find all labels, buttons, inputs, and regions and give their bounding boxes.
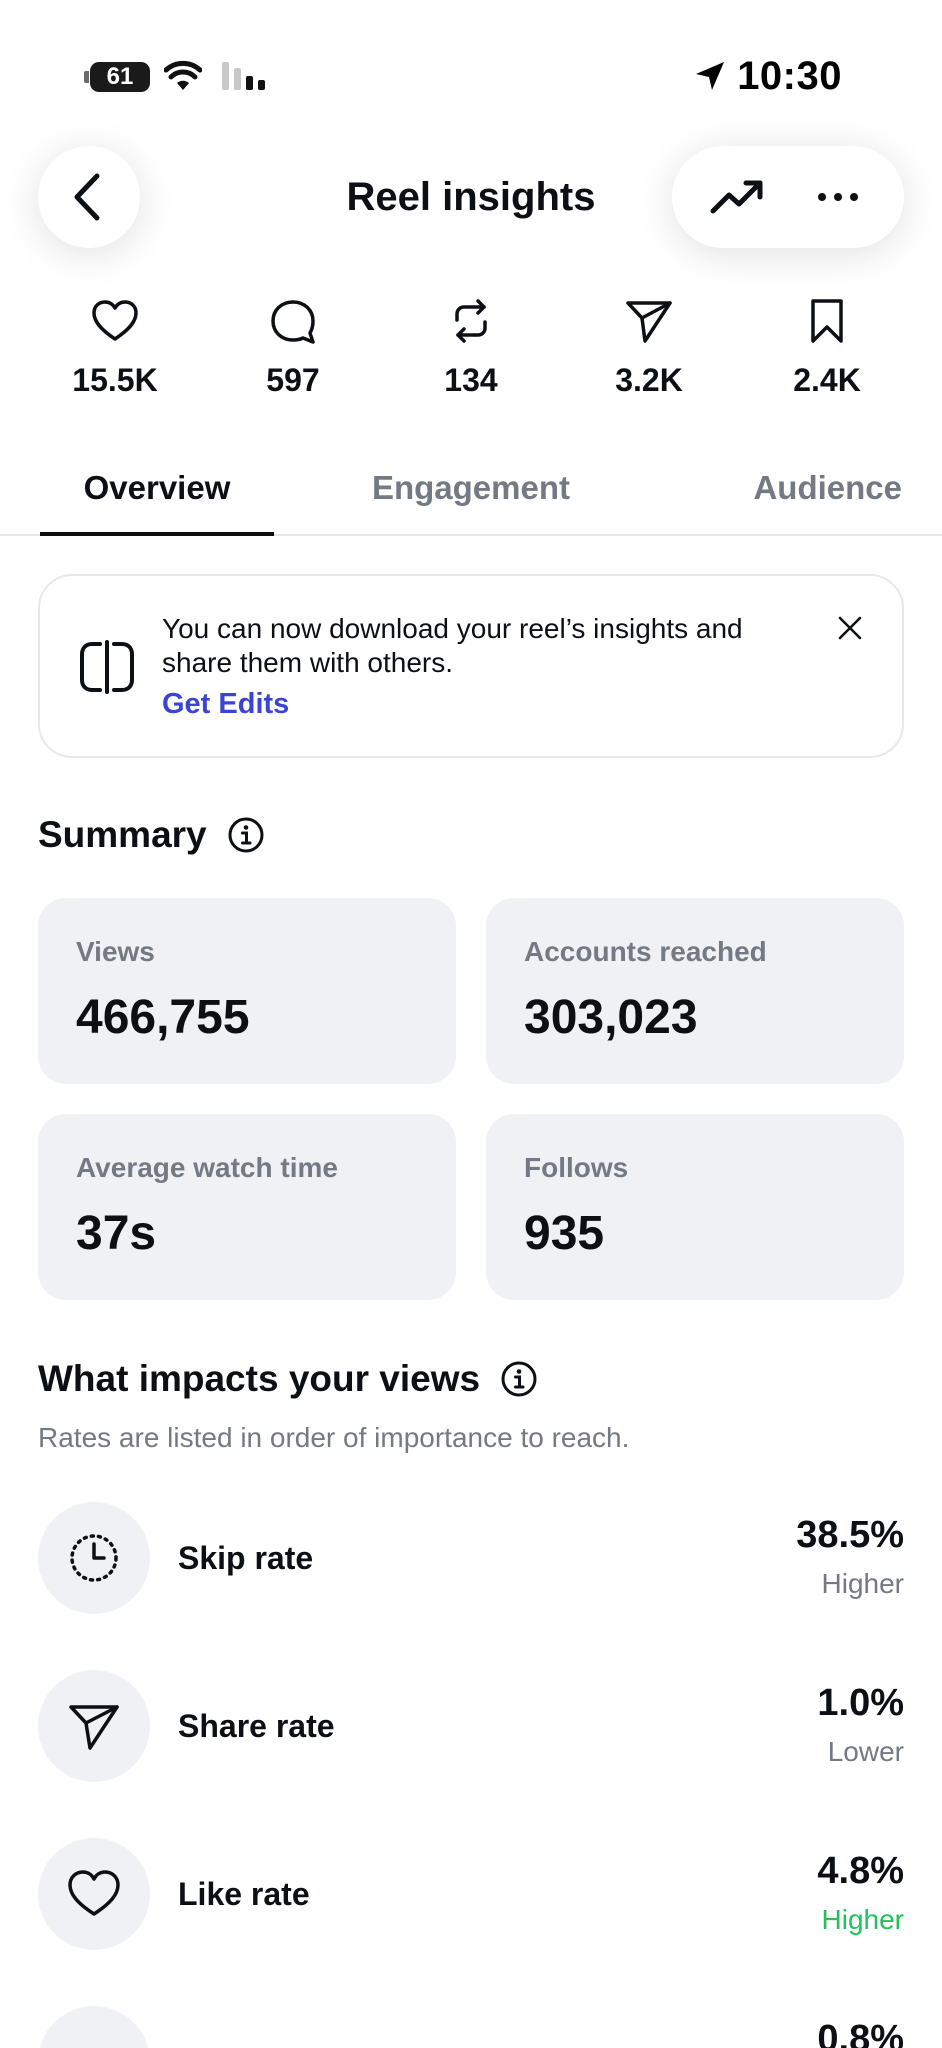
tab-engagement[interactable]: Engagement bbox=[352, 440, 590, 536]
metric-label: Like rate bbox=[178, 1876, 310, 1912]
tab-audience[interactable]: Audience bbox=[680, 440, 902, 536]
info-icon[interactable] bbox=[227, 816, 265, 854]
header: Reel insights bbox=[0, 146, 942, 248]
summary-card-follows: Follows 935 bbox=[486, 1114, 904, 1300]
metric-value: 0.8% bbox=[817, 2018, 904, 2048]
location-arrow-icon bbox=[696, 62, 725, 90]
stat-saves: 2.4K bbox=[752, 296, 902, 399]
stat-value: 2.4K bbox=[793, 362, 861, 398]
status-bar: 61 10:30 bbox=[0, 0, 942, 150]
comment-icon bbox=[66, 2034, 122, 2048]
impacts-heading: What impacts your views bbox=[38, 1358, 538, 1400]
card-value: 37s bbox=[76, 1207, 157, 1260]
stat-value: 134 bbox=[444, 362, 498, 398]
metric-share-rate[interactable]: Share rate 1.0% Lower bbox=[38, 1670, 904, 1782]
banner-close-button[interactable] bbox=[830, 608, 870, 648]
back-button[interactable] bbox=[38, 146, 140, 248]
card-label: Average watch time bbox=[76, 1152, 338, 1183]
summary-card-views: Views 466,755 bbox=[38, 898, 456, 1084]
metric-icon-container bbox=[38, 1838, 150, 1950]
stat-value: 597 bbox=[266, 362, 320, 398]
info-icon[interactable] bbox=[500, 1360, 538, 1398]
battery-icon: 61 bbox=[84, 62, 150, 92]
stat-reposts: 134 bbox=[396, 296, 546, 399]
active-tab-indicator bbox=[40, 532, 274, 536]
card-value: 466,755 bbox=[76, 991, 250, 1044]
card-label: Views bbox=[76, 936, 155, 967]
engagement-stats: 15.5K 597 134 3.2K 2.4K bbox=[40, 296, 902, 399]
banner-message: You can now download your reel’s insight… bbox=[162, 613, 743, 678]
timer-icon bbox=[70, 1534, 118, 1582]
metric-value: 4.8% bbox=[817, 1850, 904, 1892]
summary-title: Summary bbox=[38, 814, 207, 855]
stat-likes: 15.5K bbox=[40, 296, 190, 399]
card-value: 935 bbox=[524, 1207, 605, 1260]
more-options-button[interactable] bbox=[803, 162, 873, 232]
battery-level: 61 bbox=[90, 62, 150, 92]
cellular-signal-icon bbox=[222, 62, 265, 90]
impacts-title: What impacts your views bbox=[38, 1358, 481, 1399]
summary-card-average-watch-time: Average watch time 37s bbox=[38, 1114, 456, 1300]
more-horizontal-icon bbox=[818, 193, 858, 201]
wifi-icon bbox=[164, 60, 202, 90]
share-icon bbox=[626, 301, 672, 343]
metric-label: Share rate bbox=[178, 1708, 335, 1744]
get-edits-link[interactable]: Get Edits bbox=[162, 688, 289, 721]
metric-icon-container bbox=[38, 2006, 150, 2048]
close-icon bbox=[838, 616, 862, 640]
metric-comparison: Higher bbox=[821, 1904, 904, 1935]
metric-label: Skip rate bbox=[178, 1540, 314, 1576]
metric-comment-rate[interactable]: 0.8% bbox=[38, 2006, 904, 2048]
chevron-left-icon bbox=[74, 173, 100, 221]
stat-comments: 597 bbox=[218, 296, 368, 399]
edits-app-icon bbox=[80, 640, 134, 694]
metric-comparison: Lower bbox=[827, 1736, 904, 1767]
metric-comparison: Higher bbox=[821, 1568, 904, 1599]
metric-like-rate[interactable]: Like rate 4.8% Higher bbox=[38, 1838, 904, 1950]
metric-icon-container bbox=[38, 1670, 150, 1782]
card-label: Follows bbox=[524, 1152, 629, 1183]
insights-tabs: Overview Engagement Audience bbox=[0, 440, 942, 536]
tab-overview[interactable]: Overview bbox=[40, 440, 274, 536]
trending-up-icon bbox=[710, 180, 763, 214]
bookmark-icon bbox=[811, 299, 843, 343]
repost-icon bbox=[455, 299, 487, 343]
status-time: 10:30 bbox=[737, 53, 842, 98]
impacts-subtitle: Rates are listed in order of importance … bbox=[38, 1422, 630, 1453]
stat-value: 15.5K bbox=[72, 362, 158, 398]
metric-icon-container bbox=[38, 1502, 150, 1614]
heart-icon bbox=[92, 300, 138, 341]
trending-button[interactable] bbox=[703, 162, 773, 232]
header-actions bbox=[672, 146, 904, 248]
summary-heading: Summary bbox=[38, 814, 265, 856]
metric-value: 38.5% bbox=[796, 1514, 904, 1556]
heart-icon bbox=[68, 1870, 120, 1916]
metric-value: 1.0% bbox=[817, 1682, 904, 1724]
card-value: 303,023 bbox=[524, 991, 698, 1044]
comment-icon bbox=[271, 300, 315, 344]
card-label: Accounts reached bbox=[524, 936, 767, 967]
stat-value: 3.2K bbox=[615, 362, 683, 398]
stat-shares: 3.2K bbox=[574, 296, 724, 399]
share-icon bbox=[69, 1705, 119, 1750]
summary-card-accounts-reached: Accounts reached 303,023 bbox=[486, 898, 904, 1084]
download-insights-banner: You can now download your reel’s insight… bbox=[38, 574, 904, 758]
metric-skip-rate[interactable]: Skip rate 38.5% Higher bbox=[38, 1502, 904, 1614]
